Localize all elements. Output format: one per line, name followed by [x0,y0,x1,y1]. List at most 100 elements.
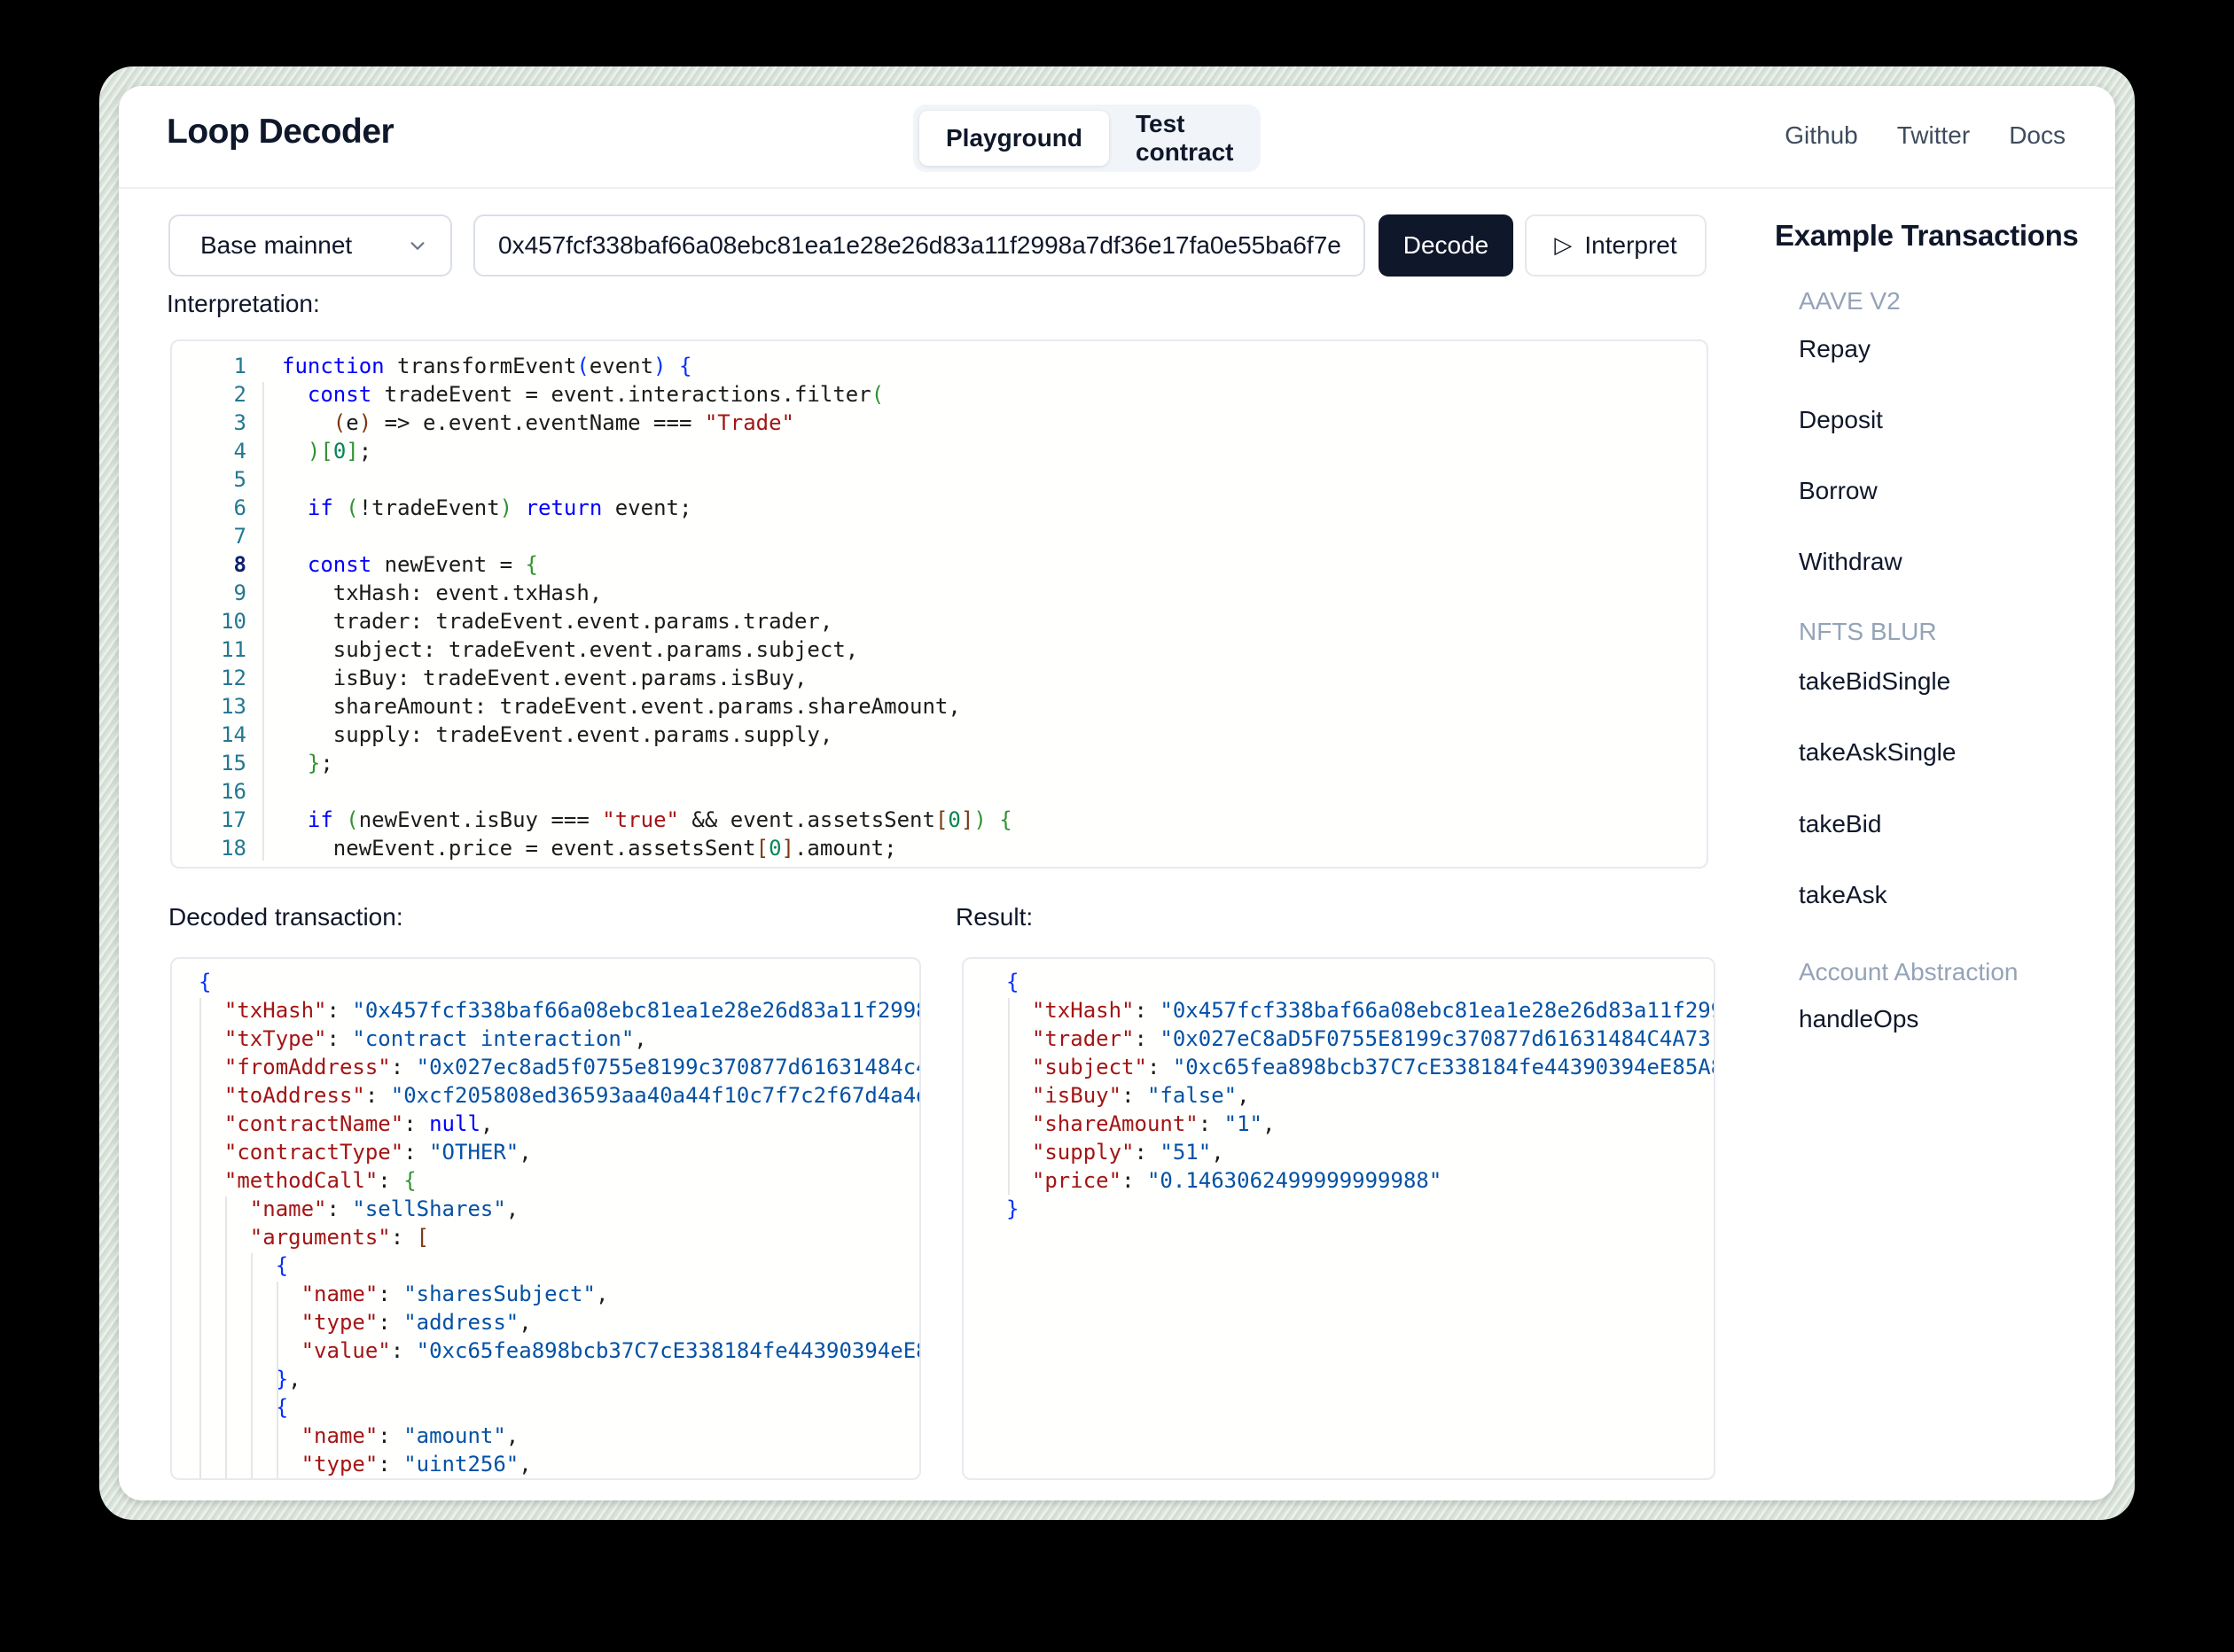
code-line: "supply": "51", [1006,1138,1714,1166]
indent-guide [199,998,201,1480]
sidebar-title: Example Transactions [1775,219,2078,253]
code-line: 8 const newEvent = { [172,550,1707,579]
app-title: Loop Decoder [167,113,394,152]
code-line: "methodCall": { [199,1166,919,1195]
sidebar-item-takebidsingle[interactable]: takeBidSingle [1799,667,1950,696]
sidebar-item-takeask[interactable]: takeAsk [1799,881,1887,909]
desktop-background: Loop Decoder Playground Test contract Gi… [0,0,2234,1652]
code-line: }, [199,1365,919,1393]
code-line: { [1006,968,1714,996]
result-label: Result: [956,903,1033,931]
code-line: 17 if (newEvent.isBuy === "true" && even… [172,806,1707,834]
tx-hash-input[interactable] [473,214,1365,277]
code-line: 7 [172,522,1707,550]
code-line: 11 subject: tradeEvent.event.params.subj… [172,635,1707,664]
code-line: "trader": "0x027eC8aD5F0755E8199c370877d… [1006,1025,1714,1053]
code-line: "toAddress": "0xcf205808ed36593aa40a44f1… [199,1081,919,1110]
code-line: "shareAmount": "1", [1006,1110,1714,1138]
network-select-value: Base mainnet [200,231,352,260]
code-line: "name": "sellShares", [199,1195,919,1223]
code-line: 18 newEvent.price = event.assetsSent[0].… [172,834,1707,862]
indent-guide [251,1253,253,1480]
code-line: 6 if (!tradeEvent) return event; [172,494,1707,522]
line-number: 16 [179,777,246,806]
code-line: 10 trader: tradeEvent.event.params.trade… [172,607,1707,635]
line-number: 5 [179,465,246,494]
code-line: "txHash": "0x457fcf338baf66a08ebc81ea1e2… [199,996,919,1025]
line-number: 4 [179,437,246,465]
decode-button[interactable]: Decode [1379,214,1513,277]
code-line: 19 } [172,862,1707,869]
window-frame: Loop Decoder Playground Test contract Gi… [99,66,2135,1520]
code-line: { [199,968,919,996]
code-line: "txType": "contract interaction", [199,1025,919,1053]
sidebar-item-deposit[interactable]: Deposit [1799,406,1883,434]
sidebar-item-repay[interactable]: Repay [1799,335,1871,363]
code-line: "value": "0xc65fea898bcb37C7cE338184fe44… [199,1336,919,1365]
line-number: 8 [179,550,246,579]
play-icon: ▷ [1554,233,1572,256]
code-line: "name": "sharesSubject", [199,1280,919,1308]
code-line: "type": "uint256", [199,1450,919,1478]
line-number: 2 [179,380,246,409]
sidebar-item-withdraw[interactable]: Withdraw [1799,548,1902,576]
code-line: "fromAddress": "0x027ec8ad5f0755e8199c37… [199,1053,919,1081]
code-line: 5 [172,465,1707,494]
code-line: 9 txHash: event.txHash, [172,579,1707,607]
line-number: 19 [179,862,246,869]
indent-guide [277,1282,278,1480]
code-line: 15 }; [172,749,1707,777]
indent-guide [1008,998,1010,1195]
code-line: 1function transformEvent(event) { [172,352,1707,380]
code-line: { [199,1251,919,1280]
line-number: 17 [179,806,246,834]
code-line: "contractName": null, [199,1110,919,1138]
decoded-label: Decoded transaction: [168,903,403,931]
sidebar-item-handleops[interactable]: handleOps [1799,1005,1918,1033]
chevron-down-icon [408,236,427,255]
code-line: 12 isBuy: tradeEvent.event.params.isBuy, [172,664,1707,692]
line-number: 1 [179,352,246,380]
interpretation-label: Interpretation: [167,290,320,318]
code-line: 13 shareAmount: tradeEvent.event.params.… [172,692,1707,721]
code-line: "arguments": [ [199,1223,919,1251]
line-number: 10 [179,607,246,635]
code-line: "subject": "0xc65fea898bcb37C7cE338184fe… [1006,1053,1714,1081]
tab-playground[interactable]: Playground [919,111,1109,166]
code-line: "value": "1" [199,1478,919,1480]
line-number: 12 [179,664,246,692]
code-line: "price": "0.1463062499999999988" [1006,1166,1714,1195]
sidebar-item-borrow[interactable]: Borrow [1799,477,1878,505]
code-line: 14 supply: tradeEvent.event.params.suppl… [172,721,1707,749]
sidebar-item-takeasksingle[interactable]: takeAskSingle [1799,738,1956,767]
result-json-panel[interactable]: { "txHash": "0x457fcf338baf66a08ebc81ea1… [962,957,1715,1480]
code-line: } [1006,1195,1714,1223]
sidebar-group-account-abstraction: Account Abstraction [1799,958,2018,986]
line-number: 6 [179,494,246,522]
code-line: 2 const tradeEvent = event.interactions.… [172,380,1707,409]
code-line: "name": "amount", [199,1422,919,1450]
line-number: 11 [179,635,246,664]
interpret-button[interactable]: ▷ Interpret [1525,214,1707,277]
sidebar-group-nfts-blur: NFTS BLUR [1799,618,1937,646]
code-line: "isBuy": "false", [1006,1081,1714,1110]
code-line: 3 (e) => e.event.eventName === "Trade" [172,409,1707,437]
code-line: 4 )[0]; [172,437,1707,465]
line-number: 9 [179,579,246,607]
decoded-json-panel[interactable]: { "txHash": "0x457fcf338baf66a08ebc81ea1… [170,957,921,1480]
code-line: 16 [172,777,1707,806]
code-line: { [199,1393,919,1422]
sidebar-group-aave-v2: AAVE V2 [1799,287,1901,316]
code-editor[interactable]: 1function transformEvent(event) {2 const… [170,339,1708,869]
network-select[interactable]: Base mainnet [168,214,452,277]
line-number: 18 [179,834,246,862]
line-number: 7 [179,522,246,550]
line-number: 13 [179,692,246,721]
code-line: "type": "address", [199,1308,919,1336]
view-switcher: Playground Test contract [913,105,1261,172]
tab-test-contract[interactable]: Test contract [1109,111,1260,166]
code-line: "txHash": "0x457fcf338baf66a08ebc81ea1e2… [1006,996,1714,1025]
line-number: 14 [179,721,246,749]
indent-guide [262,382,264,861]
sidebar-item-takebid[interactable]: takeBid [1799,810,1881,838]
